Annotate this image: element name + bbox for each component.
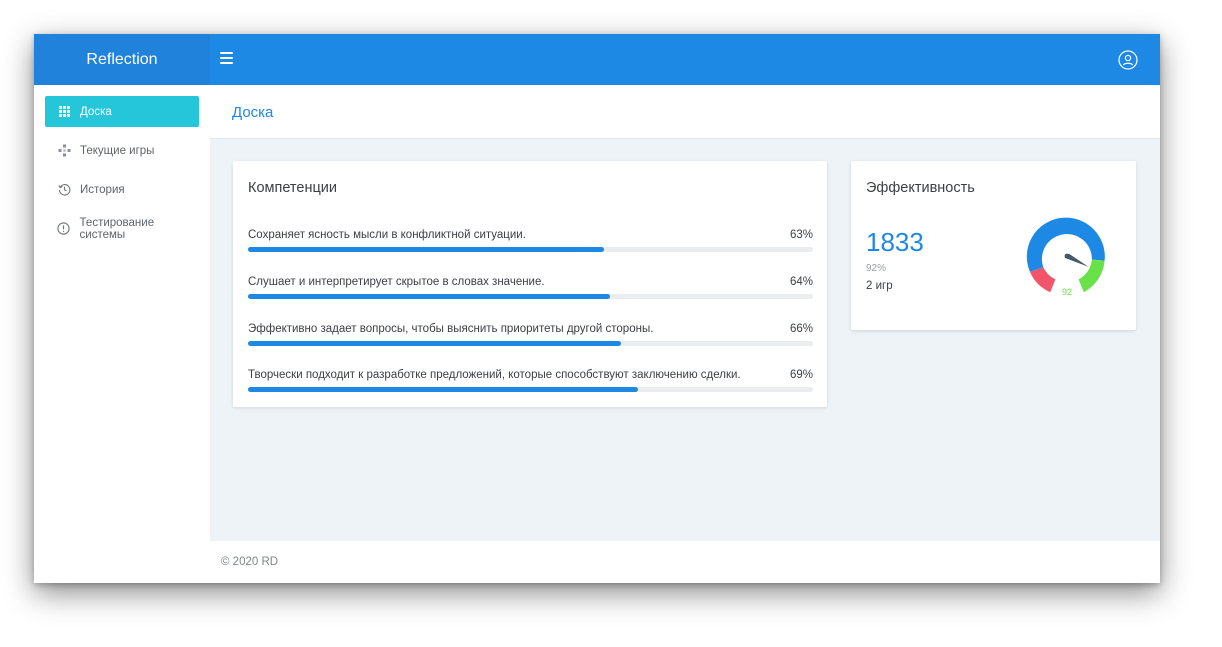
competency-progress-fill (248, 294, 610, 299)
user-circle-icon[interactable] (1118, 50, 1138, 70)
competency-percent: 63% (789, 229, 813, 241)
games-count: 2 игр (866, 280, 893, 292)
efficiency-score: 1833 (866, 227, 924, 257)
competency-row: Слушает и интерпретирует скрытое в слова… (248, 276, 813, 306)
competencies-card: Компетенции Сохраняет ясность мысли в ко… (233, 161, 827, 407)
grid-icon (57, 105, 71, 119)
competency-progress-track (248, 387, 813, 392)
competency-row: Сохраняет ясность мысли в конфликтной си… (248, 229, 813, 259)
competency-label: Слушает и интерпретирует скрытое в слова… (248, 276, 545, 288)
hamburger-icon[interactable] (220, 52, 233, 64)
efficiency-card: Эффективность 1833 92% 2 игр 92 (851, 161, 1136, 330)
competency-row: Творчески подходит к разработке предложе… (248, 369, 813, 399)
competency-row: Эффективно задает вопросы, чтобы выяснит… (248, 323, 813, 353)
sidebar-item-history[interactable]: История (45, 174, 199, 205)
sidebar-item-label: Текущие игры (80, 144, 155, 157)
sidebar: Доска Текущие игры История Тестирование … (34, 85, 210, 583)
main-content: Доска Компетенции Сохраняет ясность мысл… (210, 85, 1160, 541)
competency-progress-fill (248, 341, 621, 346)
competency-progress-fill (248, 247, 604, 252)
footer: © 2020 RD (210, 541, 1160, 583)
competency-percent: 69% (789, 369, 813, 381)
competency-percent: 66% (789, 323, 813, 335)
competencies-title: Компетенции (248, 180, 337, 196)
history-icon (57, 183, 71, 197)
info-icon (57, 222, 71, 236)
gamepad-icon (57, 144, 71, 158)
sidebar-item-board[interactable]: Доска (45, 96, 199, 127)
sidebar-item-label: Тестирование системы (79, 216, 155, 241)
competency-label: Творчески подходит к разработке предложе… (248, 369, 741, 381)
copyright-text: © 2020 RD (221, 556, 279, 568)
competency-progress-track (248, 247, 813, 252)
sidebar-item-label: Доска (80, 105, 112, 118)
efficiency-percent: 92% (866, 263, 887, 274)
competency-label: Эффективно задает вопросы, чтобы выяснит… (248, 323, 654, 335)
efficiency-title: Эффективность (866, 180, 975, 196)
sidebar-item-label: История (80, 183, 125, 196)
competency-label: Сохраняет ясность мысли в конфликтной си… (248, 229, 526, 241)
competency-progress-fill (248, 387, 638, 392)
app-window: Reflection Доска Текущие игры История Те… (34, 34, 1160, 583)
competency-progress-track (248, 294, 813, 299)
brand-logo[interactable]: Reflection (34, 34, 210, 85)
sidebar-item-current-games[interactable]: Текущие игры (45, 135, 199, 166)
page-title: Доска (232, 104, 274, 121)
sidebar-item-system-testing[interactable]: Тестирование системы (45, 213, 199, 244)
gauge-segment-red (1029, 267, 1056, 293)
page-header: Доска (210, 85, 1160, 139)
competency-percent: 64% (789, 276, 813, 288)
top-bar: Reflection (34, 34, 1160, 85)
efficiency-gauge: 92 (1026, 217, 1105, 297)
gauge-value-label: 92 (1062, 287, 1072, 297)
competency-progress-track (248, 341, 813, 346)
gauge-needle-hub (1064, 253, 1070, 259)
